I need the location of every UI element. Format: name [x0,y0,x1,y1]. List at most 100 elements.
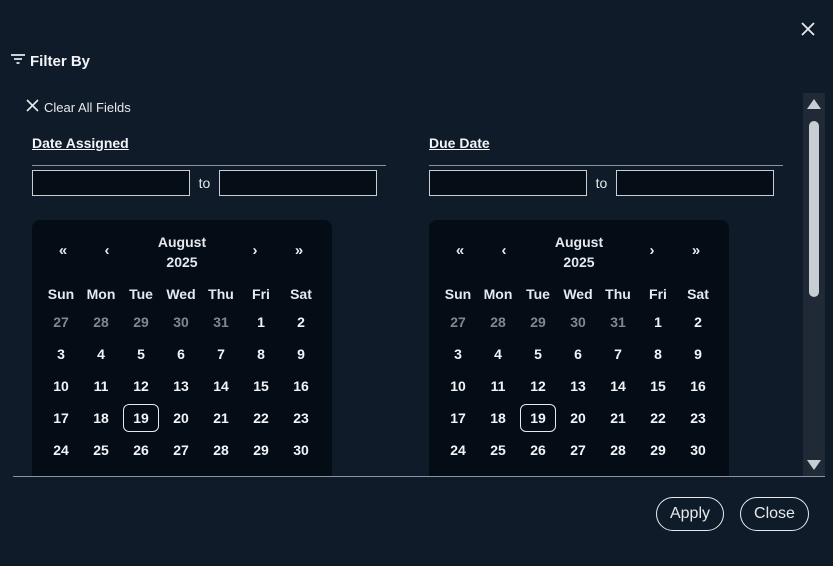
calendar-day[interactable]: 28 [598,434,638,466]
calendar-day[interactable]: 21 [598,402,638,434]
calendar-day[interactable]: 18 [81,402,121,434]
calendar-day[interactable]: 9 [281,338,321,370]
prev-month-button[interactable]: ‹ [494,242,514,259]
calendar-week-row: 10 11 12 13 14 15 16 [438,370,720,402]
calendar-day[interactable]: 22 [638,402,678,434]
calendar-day[interactable]: 28 [478,306,518,338]
prev-month-button[interactable]: ‹ [97,242,117,259]
calendar-day[interactable]: 30 [281,434,321,466]
calendar-day[interactable]: 20 [161,402,201,434]
calendar-day[interactable]: 29 [518,306,558,338]
calendar-day[interactable]: 25 [81,434,121,466]
calendar-day[interactable]: 15 [638,370,678,402]
vertical-scrollbar[interactable] [803,93,825,476]
calendar-day[interactable]: 24 [41,434,81,466]
due-date-to-input[interactable] [616,170,774,196]
calendar-day-number: 29 [253,442,269,458]
calendar-day[interactable]: 1 [638,306,678,338]
calendar-day[interactable]: 14 [201,370,241,402]
calendar-day[interactable]: 31 [201,306,241,338]
calendar-day-number: 23 [293,410,309,426]
prev-year-button[interactable]: « [450,242,470,259]
calendar-day[interactable]: 7 [201,338,241,370]
calendar-day[interactable]: 27 [558,434,598,466]
calendar-day[interactable]: 14 [598,370,638,402]
calendar-day[interactable]: 22 [241,402,281,434]
calendar-day[interactable]: 3 [41,338,81,370]
calendar-day-number: 5 [534,346,542,362]
date-assigned-from-input[interactable] [32,170,190,196]
calendar-day[interactable]: 30 [678,434,718,466]
calendar-day[interactable]: 20 [558,402,598,434]
calendar-day[interactable]: 16 [678,370,718,402]
calendar-day-today[interactable]: 19 [518,402,558,434]
calendar-day-number: 22 [650,410,666,426]
calendar-day[interactable]: 26 [518,434,558,466]
calendar-day[interactable]: 8 [638,338,678,370]
calendar-day[interactable]: 27 [438,306,478,338]
calendar-day[interactable]: 2 [281,306,321,338]
calendar-day[interactable]: 10 [41,370,81,402]
calendar-day[interactable]: 6 [161,338,201,370]
calendar-day[interactable]: 23 [281,402,321,434]
calendar-day[interactable]: 4 [81,338,121,370]
calendar-day[interactable]: 15 [241,370,281,402]
calendar-day[interactable]: 13 [558,370,598,402]
prev-year-button[interactable]: « [53,242,73,259]
scrollbar-thumb[interactable] [809,121,819,297]
calendar-day[interactable]: 26 [121,434,161,466]
calendar-day[interactable]: 31 [598,306,638,338]
scroll-up-arrow-icon[interactable] [807,99,821,109]
calendar-day[interactable]: 5 [121,338,161,370]
calendar-day[interactable]: 13 [161,370,201,402]
scroll-down-arrow-icon[interactable] [807,460,821,470]
next-month-button[interactable]: › [245,242,265,259]
calendar-day[interactable]: 17 [41,402,81,434]
next-year-button[interactable]: » [686,242,706,259]
calendar-day[interactable]: 6 [558,338,598,370]
calendar-day[interactable]: 30 [558,306,598,338]
clear-all-fields-button[interactable]: Clear All Fields [26,99,131,115]
calendar-day[interactable]: 17 [438,402,478,434]
calendar-day[interactable]: 29 [638,434,678,466]
calendar-day[interactable]: 3 [438,338,478,370]
calendar-day[interactable]: 27 [41,306,81,338]
calendar-day[interactable]: 2 [678,306,718,338]
weekday-label: Sat [687,286,709,302]
calendar-day[interactable]: 11 [478,370,518,402]
calendar-day[interactable]: 16 [281,370,321,402]
apply-button[interactable]: Apply [656,497,724,531]
calendar-day[interactable]: 28 [201,434,241,466]
date-assigned-to-input[interactable] [219,170,377,196]
calendar-day[interactable]: 25 [478,434,518,466]
calendar-day[interactable]: 29 [121,306,161,338]
calendar-day[interactable]: 10 [438,370,478,402]
calendar-day-number: 21 [610,410,626,426]
calendar-day[interactable]: 28 [81,306,121,338]
close-dialog-icon[interactable] [796,17,820,41]
calendar-day[interactable]: 12 [121,370,161,402]
calendar-day[interactable]: 29 [241,434,281,466]
filter-scroll-area[interactable]: Clear All Fields Date Assigned to « ‹ Au… [13,93,825,476]
calendar-day[interactable]: 27 [161,434,201,466]
calendar-day[interactable]: 24 [438,434,478,466]
calendar-day[interactable]: 18 [478,402,518,434]
calendar-day[interactable]: 5 [518,338,558,370]
calendar-day-number: 30 [173,314,189,330]
calendar-day[interactable]: 30 [161,306,201,338]
calendar-day[interactable]: 4 [478,338,518,370]
next-year-button[interactable]: » [289,242,309,259]
due-date-from-input[interactable] [429,170,587,196]
calendar-day[interactable]: 7 [598,338,638,370]
calendar-day[interactable]: 1 [241,306,281,338]
calendar-day[interactable]: 11 [81,370,121,402]
calendar-day[interactable]: 9 [678,338,718,370]
calendar-day[interactable]: 12 [518,370,558,402]
calendar-day[interactable]: 8 [241,338,281,370]
calendar-day[interactable]: 23 [678,402,718,434]
close-button[interactable]: Close [740,497,809,531]
next-month-button[interactable]: › [642,242,662,259]
calendar-day[interactable]: 21 [201,402,241,434]
calendar-day-today[interactable]: 19 [121,402,161,434]
calendar-month-label: August 2025 [132,232,232,272]
